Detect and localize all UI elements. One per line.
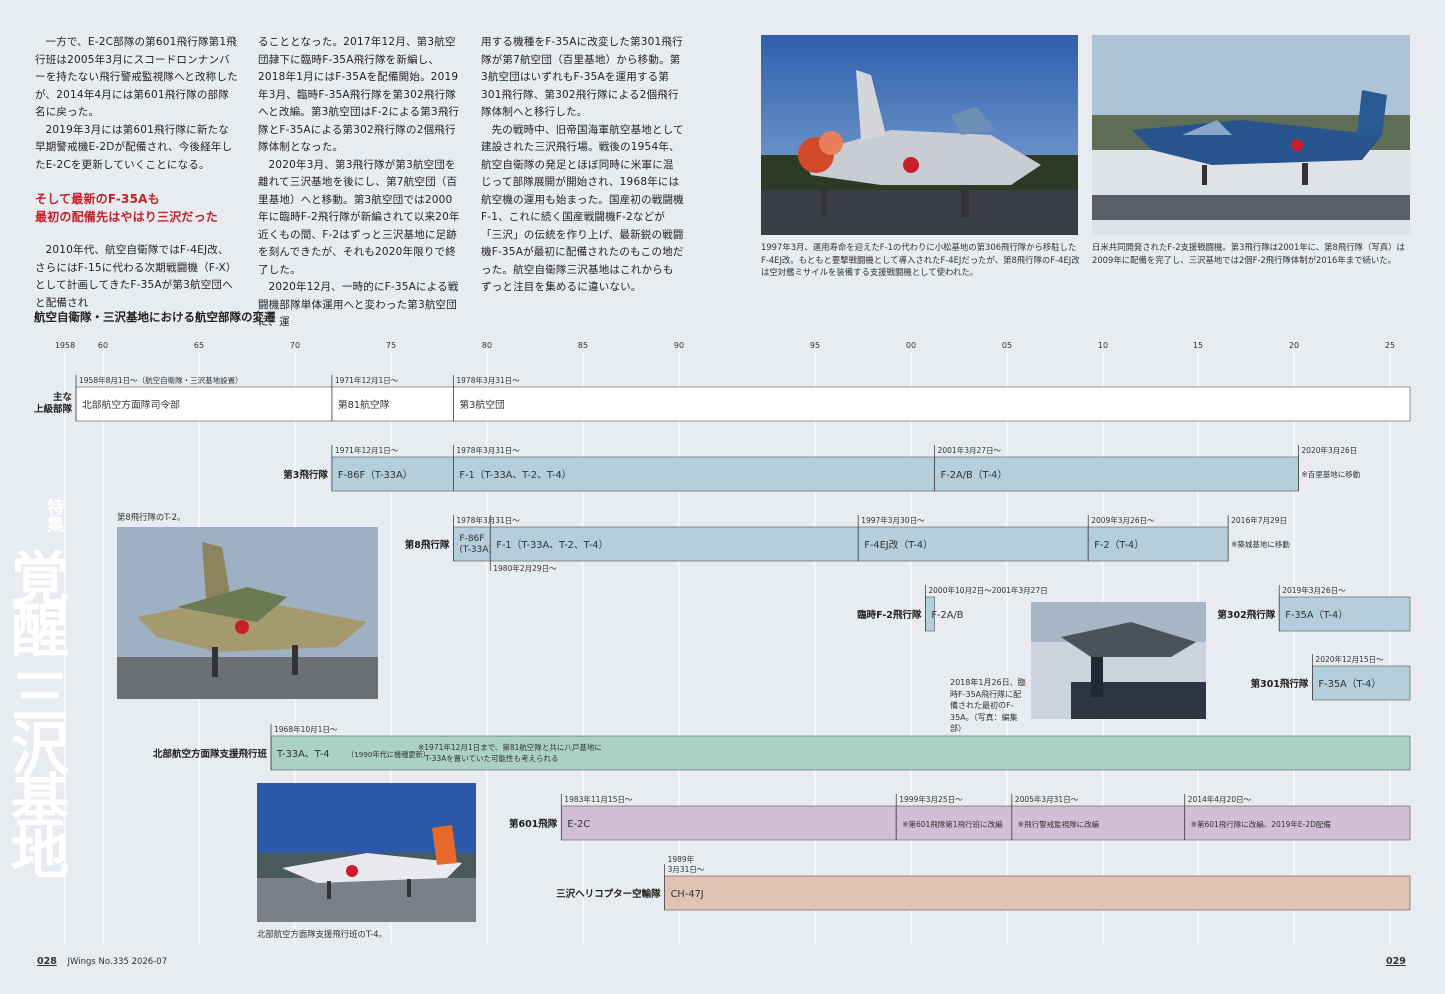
row-label: 主な	[53, 391, 73, 403]
footer-left: 028 JWings No.335 2026-07	[37, 956, 167, 967]
timeline-bar	[664, 875, 1411, 911]
segment-label: F-35A（T-4）	[1285, 609, 1348, 621]
segment-label: F-2（T-4）	[1094, 539, 1144, 551]
tick-label: 10	[1098, 341, 1108, 350]
segment-date: 2000年10月2日～2001年3月27日	[928, 585, 1047, 595]
segment-label: F-1（T-33A、T-2、T-4）	[496, 539, 608, 551]
timeline-bar	[453, 526, 491, 562]
segment-date: 2019年3月26日～	[1282, 585, 1346, 595]
segment-date: 1978年3月31日～	[456, 445, 520, 455]
row-label: 臨時F-2飛行隊	[857, 609, 922, 621]
segment-label: F-2A/B（T-4）	[941, 469, 1008, 481]
end-date: 2016年7月29日	[1231, 515, 1287, 525]
segment-label: F-4EJ改（T-4）	[864, 538, 933, 551]
segment-label: (T-33A)	[459, 545, 492, 555]
segment-label: ※飛行警戒監視隊に改編	[1018, 819, 1100, 829]
photo-t2	[117, 527, 378, 699]
tick-label: 65	[194, 341, 204, 350]
row-label: 第601飛隊	[509, 818, 558, 830]
segment-date: 1968年10月1日～	[274, 724, 338, 734]
segment-date: 3月31日～	[668, 865, 705, 874]
row-label: 第8飛行隊	[405, 539, 450, 551]
tick-label: 70	[290, 341, 300, 350]
tick-label: 80	[482, 341, 492, 350]
row-label: 北部航空方面隊支援飛行班	[153, 748, 268, 760]
segment-label: 北部航空方面隊司令部	[82, 398, 180, 411]
row-note: T-33Aを置いていた可能性も考えられる	[424, 753, 559, 763]
segment-date: 1999年3月25日～	[899, 794, 963, 804]
tick-label: 25	[1385, 341, 1395, 350]
magazine-name: JWings No.335 2026-07	[67, 957, 168, 967]
segment-label: ※第601飛行隊に改編、2019年E-2D配備	[1191, 819, 1332, 829]
segment-label: CH-47J	[671, 889, 704, 900]
row-label: 第301飛行隊	[1251, 678, 1309, 690]
segment-label: F-1（T-33A、T-2、T-4）	[459, 469, 571, 481]
tick-label: 15	[1193, 341, 1203, 350]
tick-label: 90	[674, 341, 684, 350]
segment-label: F-86F（T-33A）	[338, 469, 413, 481]
page-number-right: 029	[1386, 956, 1406, 967]
tick-label: 85	[578, 341, 588, 350]
segment-date: 1980年2月29日～	[493, 563, 557, 573]
photo-f35a	[1031, 602, 1206, 719]
caption-t4: 北部航空方面隊支援飛行班のT-4。	[257, 929, 387, 939]
tick-label: 95	[810, 341, 820, 350]
row-label: 三沢ヘリコプター空輸隊	[556, 888, 661, 900]
segment-label: ※第601飛隊第1飛行班に改編	[902, 819, 1003, 829]
row-label: 上級部隊	[34, 403, 73, 415]
tick-label: 20	[1289, 341, 1299, 350]
row-label: 第3飛行隊	[283, 469, 328, 481]
tick-label: 05	[1002, 341, 1012, 350]
segment-date: 2014年4月20日～	[1188, 794, 1252, 804]
page-number-left: 028	[37, 956, 57, 967]
tick-label: 1958	[55, 341, 75, 350]
tick-label: 60	[98, 341, 108, 350]
row-note: ※1971年12月1日まで、第81航空隊と共に八戸基地に	[418, 742, 602, 752]
tick-label: 00	[906, 341, 916, 350]
footer-right: 029	[1386, 956, 1406, 967]
segment-label: F-86F	[459, 534, 484, 544]
timeline-bar	[561, 805, 897, 841]
row-label: 第302飛行隊	[1217, 609, 1275, 621]
end-note: ※百里基地に移動	[1301, 469, 1360, 479]
segment-date: 1978年3月31日～	[456, 375, 520, 385]
segment-date: 1958年8月1日～（航空自衛隊・三沢基地設置）	[79, 375, 243, 385]
tick-label: 75	[386, 341, 396, 350]
segment-label: 第81航空隊	[338, 398, 390, 411]
segment-label: F-2A/B	[931, 610, 963, 621]
end-note: ※築城基地に移動	[1231, 539, 1290, 549]
segment-label: E-2C	[567, 819, 590, 830]
segment-date: 2020年12月15日～	[1315, 654, 1384, 664]
photo-t4	[257, 783, 476, 922]
caption-t2: 第8飛行隊のT-2。	[117, 512, 186, 522]
caption-f35a: 2018年1月26日、臨時F-35A飛行隊に配備された最初のF-35A。（写真：…	[950, 678, 1026, 733]
segment-label: 第3航空団	[459, 398, 505, 411]
end-date: 2020年3月26日	[1301, 445, 1357, 455]
timeline-chart: 1958 60 65 70 75 80 85 90 95 00 05 10 15 20 25 主な上級部隊 19…	[34, 341, 1411, 945]
segment-label: F-35A（T-4）	[1318, 678, 1381, 690]
timeline-bar	[270, 735, 1411, 771]
segment-label: T-33A、T-4	[276, 749, 329, 760]
segment-date: 1997年3月30日～	[861, 515, 925, 525]
segment-date: 1983年11月15日～	[564, 794, 633, 804]
segment-date: 1989年	[668, 854, 695, 864]
segment-date: 2005年3月31日～	[1015, 794, 1079, 804]
segment-date: 2009年3月26日～	[1091, 515, 1155, 525]
segment-date: 1978年3月31日～	[456, 515, 520, 525]
timeline-bar	[453, 386, 1411, 422]
segment-date: 2001年3月27日～	[938, 445, 1002, 455]
segment-date: 1971年12月1日～	[335, 445, 399, 455]
segment-date: 1971年12月1日～	[335, 375, 399, 385]
